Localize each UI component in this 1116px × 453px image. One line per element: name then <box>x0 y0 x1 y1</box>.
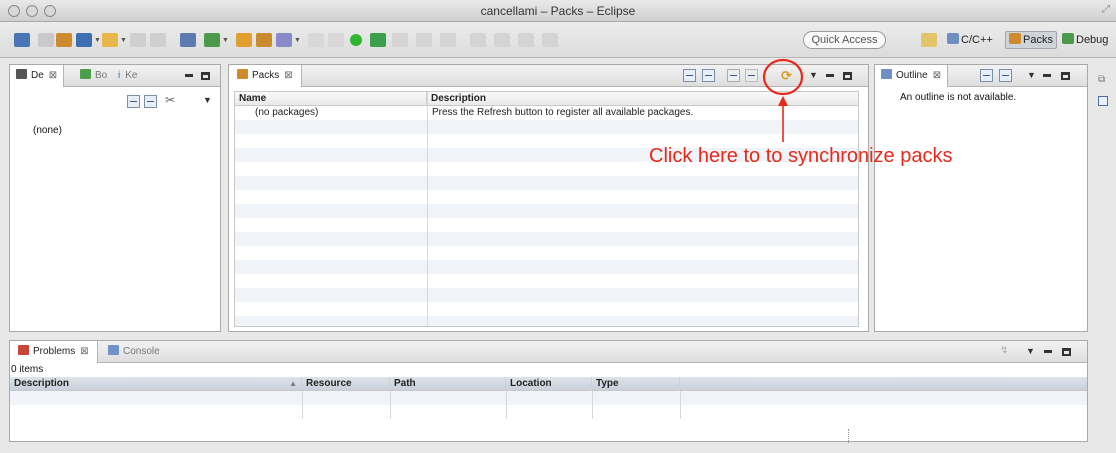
highlight-circle <box>762 58 804 96</box>
annotation-label: Click here to to synchronize packs <box>649 145 953 167</box>
arrow-up-icon <box>778 96 788 106</box>
annotation-overlay <box>762 58 804 142</box>
